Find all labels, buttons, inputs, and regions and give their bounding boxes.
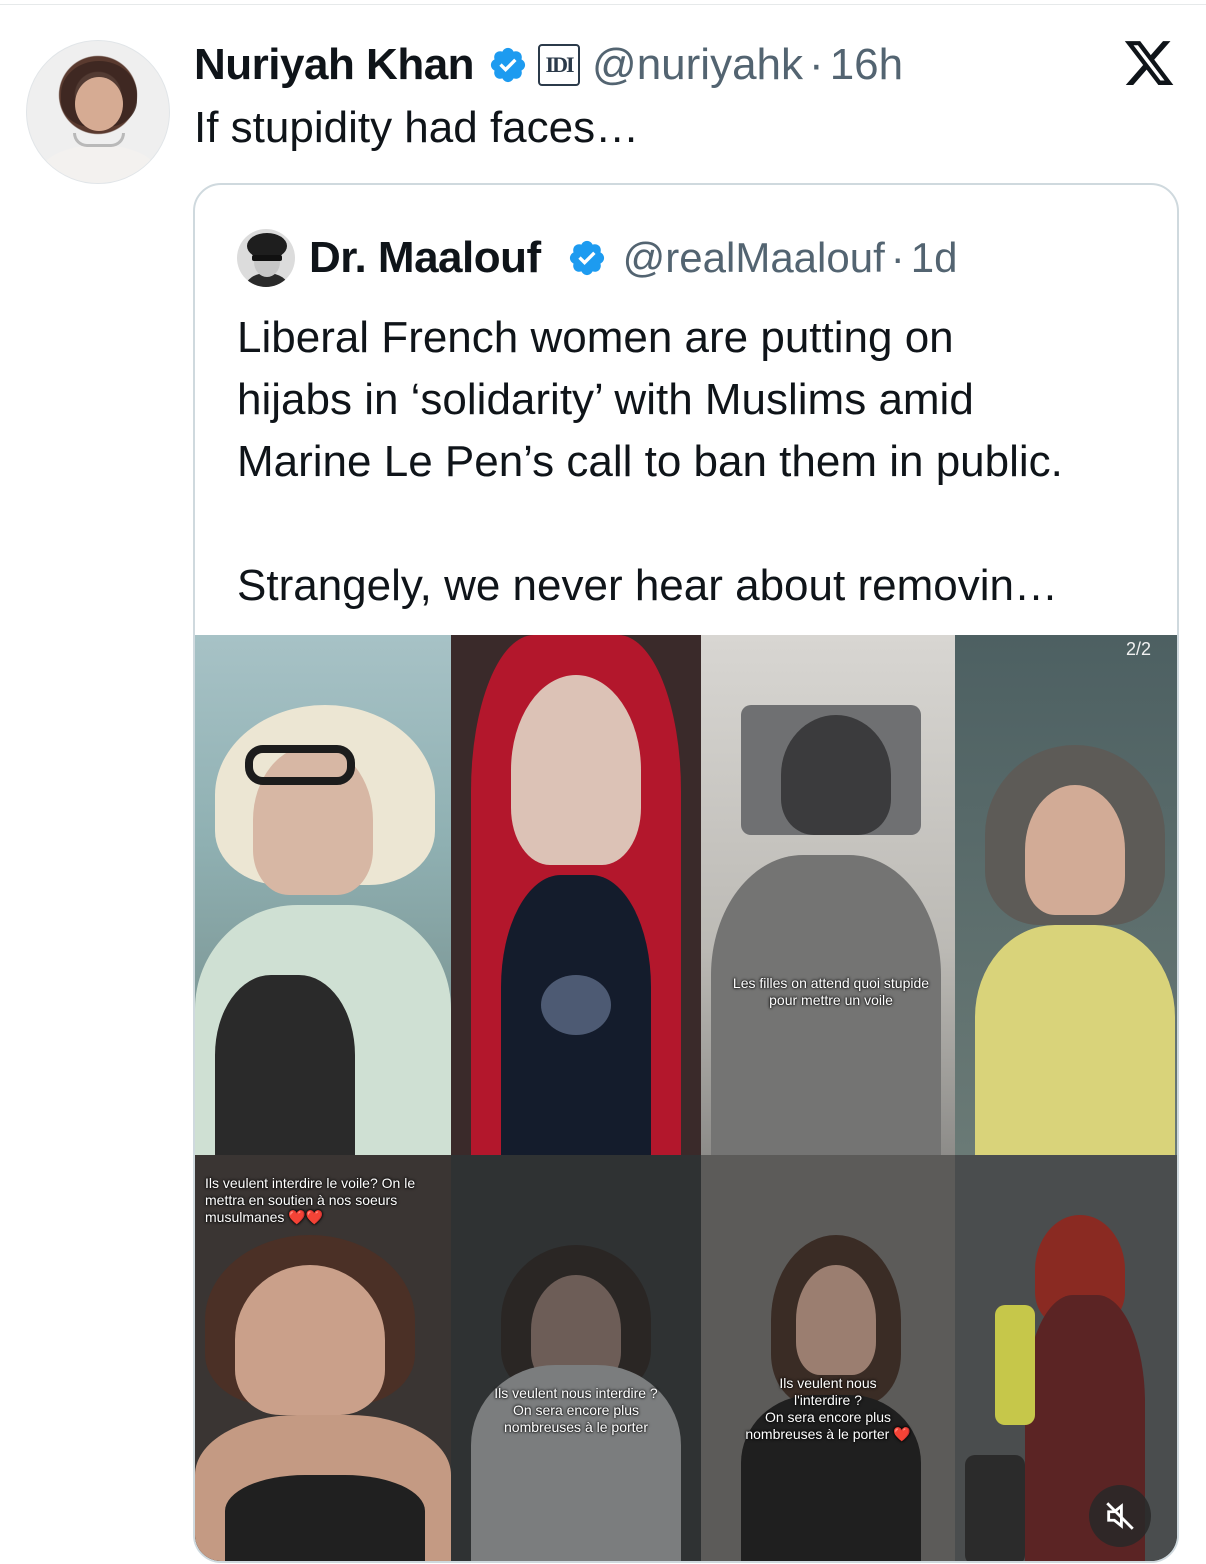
video-caption: Ils veulent interdire le voile? On le me…	[205, 1175, 416, 1225]
tweet-timestamp[interactable]: 16h	[830, 40, 903, 90]
separator-dot: ·	[809, 40, 824, 89]
verified-badge-icon	[569, 240, 604, 276]
muted-speaker-icon	[1106, 1502, 1134, 1530]
video-frame-tile: Ils veulent nous l'interdire ? On sera e…	[701, 1155, 955, 1561]
video-frame-tile	[451, 635, 701, 1155]
media-counter: 2/2	[1125, 639, 1151, 659]
video-caption: Ils veulent nous interdire ? On sera enc…	[494, 1385, 658, 1435]
video-caption: Ils veulent nous l'interdire ? On sera e…	[745, 1375, 911, 1442]
video-frame-tile: Ils veulent interdire le voile? On le me…	[195, 1155, 451, 1561]
quoted-tweet-header: Dr. Maalouf @realMaalouf · 1d	[237, 229, 957, 287]
top-divider	[0, 4, 1206, 5]
quoted-author-avatar[interactable]	[237, 229, 295, 287]
separator-dot: ·	[890, 234, 905, 281]
video-frame-tile: Les filles on attend quoi stupide pour m…	[701, 635, 955, 1155]
affiliation-badge-label: IDI	[545, 52, 575, 77]
video-player[interactable]: Les filles on attend quoi stupide pour m…	[195, 635, 1177, 1561]
quoted-tweet-text: Liberal French women are putting on hija…	[237, 313, 1063, 610]
author-avatar[interactable]	[26, 40, 170, 184]
quoted-author-name[interactable]: Dr. Maalouf	[309, 233, 541, 283]
quoted-tweet-timestamp[interactable]: 1d	[911, 234, 958, 282]
author-name[interactable]: Nuriyah Khan	[194, 40, 475, 90]
video-caption: Les filles on attend quoi stupide pour m…	[732, 975, 930, 1008]
mute-button[interactable]	[1089, 1485, 1151, 1547]
video-frame-tile: 2/2	[955, 635, 1177, 1155]
video-frame-tile: Ils veulent nous interdire ? On sera enc…	[451, 1155, 701, 1561]
tweet-header: Nuriyah Khan IDI @nuriyahk · 16h	[194, 38, 903, 92]
verified-badge-icon	[490, 47, 526, 83]
quoted-tweet-card[interactable]: Dr. Maalouf @realMaalouf · 1d Liberal Fr…	[193, 183, 1179, 1563]
video-frame-tile	[195, 635, 451, 1155]
tweet-text: If stupidity had faces…	[194, 103, 640, 152]
x-logo-icon[interactable]	[1122, 36, 1176, 90]
quoted-author-handle[interactable]: @realMaalouf	[623, 234, 885, 282]
author-handle[interactable]: @nuriyahk	[592, 40, 803, 90]
affiliation-badge[interactable]: IDI	[538, 44, 581, 86]
